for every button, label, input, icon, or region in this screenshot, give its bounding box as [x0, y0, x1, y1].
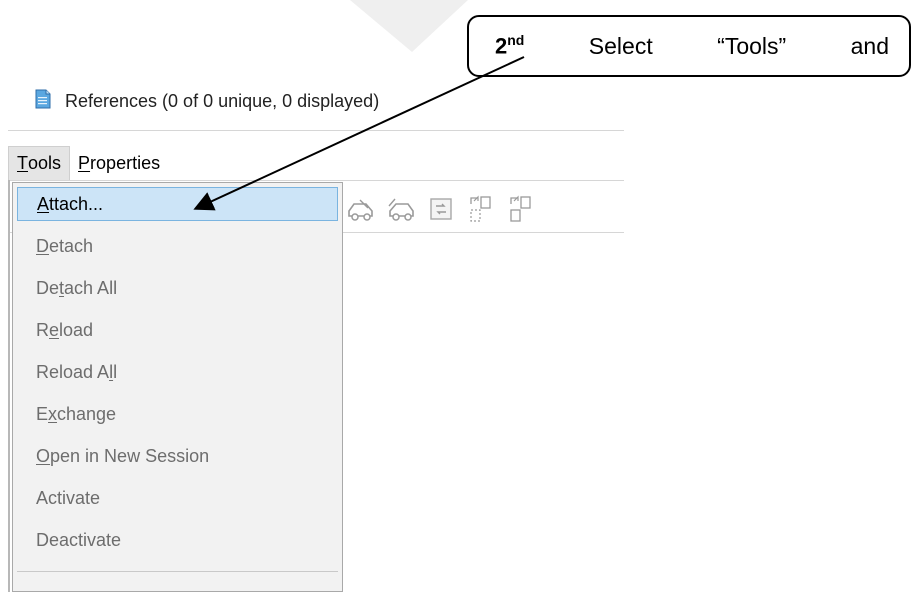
menu-item-reload-all[interactable]: Reload All [17, 355, 338, 389]
toolbar [345, 192, 537, 226]
window-left-edge [8, 180, 10, 592]
menu-item-reload[interactable]: Re load [17, 313, 338, 347]
callout-word: and [850, 32, 889, 59]
menubar-top-divider [8, 130, 624, 131]
menubar-bottom-divider [8, 180, 624, 181]
menu-properties[interactable]: Properties [70, 146, 168, 180]
window-title: References (0 of 0 unique, 0 displayed) [65, 90, 380, 111]
document-icon [35, 89, 51, 114]
annotation-callout: 2nd Select “Tools” and [467, 15, 911, 77]
menu-item-detach[interactable]: Detach [17, 229, 338, 263]
menu-item-open-in-new-session[interactable]: Open in New Session [17, 439, 338, 473]
detach-car-icon[interactable] [385, 193, 417, 225]
callout-word: “Tools” [717, 32, 787, 59]
menu-item-deactivate[interactable]: Deactivate [17, 523, 338, 557]
callout-word: Select [588, 32, 653, 59]
menu-item-exchange[interactable]: Ex change [17, 397, 338, 431]
activate-icon[interactable] [505, 193, 537, 225]
menu-item-detach-all[interactable]: De t ach All [17, 271, 338, 305]
menu-item-activate[interactable]: Activate [17, 481, 338, 515]
menu-separator [17, 571, 338, 572]
step-number: 2nd [495, 32, 525, 59]
tools-dropdown-menu: Attach... Detach De t ach All Re load Reloa… [12, 182, 343, 592]
menu-tools[interactable]: Tools [8, 146, 71, 180]
menu-bar: Tools Properties [8, 146, 168, 180]
open-new-icon[interactable] [465, 193, 497, 225]
menu-item-attach[interactable]: Attach... [17, 187, 338, 221]
attach-car-icon[interactable] [345, 193, 377, 225]
window-title-bar: References (0 of 0 unique, 0 displayed) [35, 88, 379, 114]
exchange-icon[interactable] [425, 193, 457, 225]
